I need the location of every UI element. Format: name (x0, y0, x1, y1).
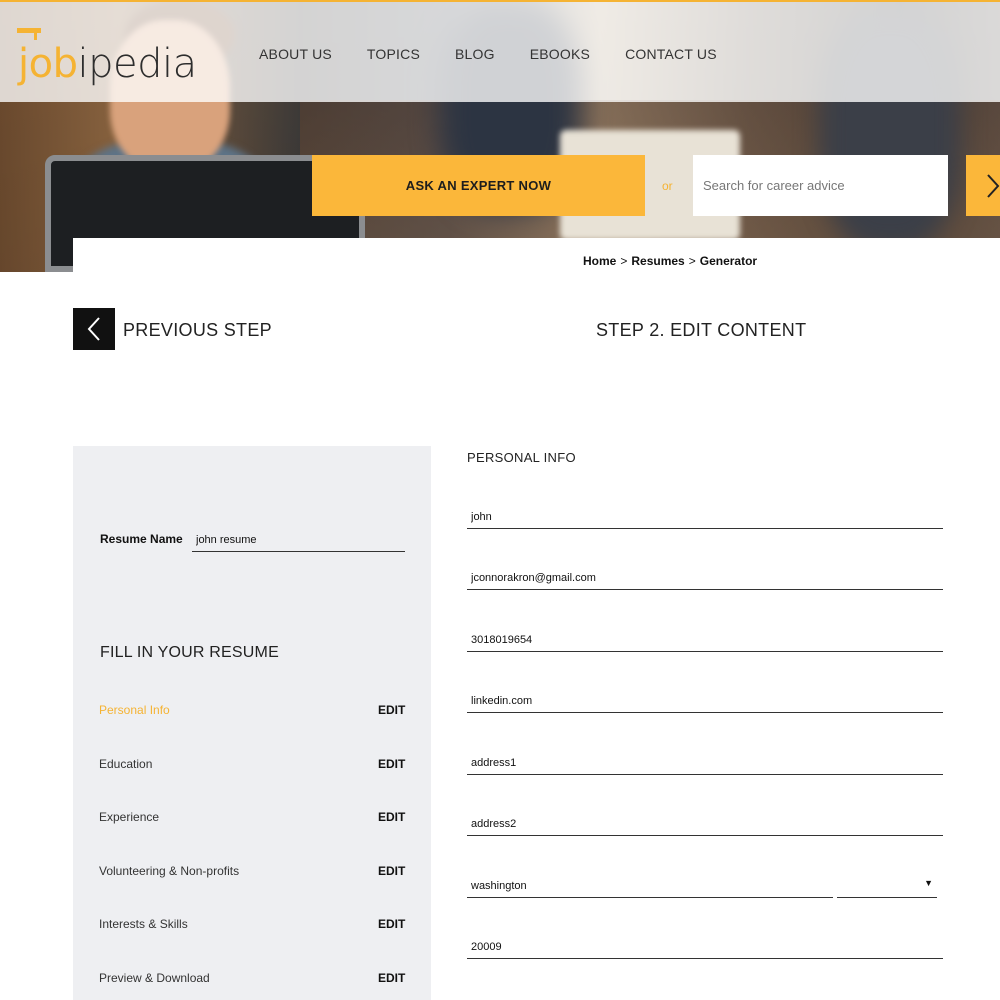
personal-info-heading: PERSONAL INFO (467, 450, 576, 465)
website-field[interactable] (467, 689, 943, 713)
edit-interests-skills-button[interactable]: EDIT (378, 917, 405, 931)
section-education[interactable]: Education (99, 757, 152, 771)
state-select[interactable]: ▼ (837, 871, 937, 898)
edit-education-button[interactable]: EDIT (378, 757, 405, 771)
or-label: or (662, 179, 673, 193)
edit-preview-download-button[interactable]: EDIT (378, 971, 405, 985)
breadcrumb-generator: Generator (699, 254, 758, 268)
edit-volunteering-button[interactable]: EDIT (378, 864, 405, 878)
address1-field[interactable] (467, 751, 943, 775)
main-nav: ABOUT US TOPICS BLOG EBOOKS CONTACT US (259, 46, 752, 62)
site-logo[interactable]: job ipedia (17, 28, 197, 87)
section-personal-info[interactable]: Personal Info (99, 703, 170, 717)
resume-name-input[interactable] (192, 529, 405, 552)
name-field[interactable] (467, 505, 943, 529)
search-input[interactable] (693, 155, 948, 216)
logo-job: job (18, 41, 78, 87)
city-field[interactable] (467, 874, 833, 898)
caret-down-icon: ▼ (924, 878, 933, 888)
nav-blog[interactable]: BLOG (455, 46, 495, 62)
breadcrumb: Home > Resumes > Generator (583, 254, 757, 268)
previous-step-button[interactable] (73, 308, 115, 350)
zip-field[interactable] (467, 935, 943, 959)
nav-topics[interactable]: TOPICS (367, 46, 420, 62)
step-title: STEP 2. EDIT CONTENT (596, 320, 807, 340)
section-experience[interactable]: Experience (99, 810, 159, 824)
section-volunteering[interactable]: Volunteering & Non-profits (99, 864, 239, 878)
email-field[interactable] (467, 566, 943, 590)
chevron-left-icon (87, 317, 100, 341)
logo-ipedia: ipedia (77, 41, 197, 87)
breadcrumb-separator: > (688, 254, 696, 268)
nav-contact-us[interactable]: CONTACT US (625, 46, 717, 62)
resume-name-label: Resume Name (100, 532, 183, 546)
breadcrumb-resumes[interactable]: Resumes (631, 254, 684, 268)
previous-step-label[interactable]: PREVIOUS STEP (123, 320, 272, 341)
chevron-right-icon (987, 173, 1000, 198)
section-preview-download[interactable]: Preview & Download (99, 971, 210, 985)
phone-field[interactable] (467, 628, 943, 652)
search-submit-button[interactable] (966, 155, 1000, 216)
top-navigation-bar: job ipedia ABOUT US TOPICS BLOG EBOOKS CO… (0, 0, 1000, 102)
nav-about-us[interactable]: ABOUT US (259, 46, 332, 62)
edit-personal-info-button[interactable]: EDIT (378, 703, 405, 717)
address2-field[interactable] (467, 812, 943, 836)
ask-expert-button[interactable]: ASK AN EXPERT NOW (312, 155, 645, 216)
fill-in-resume-heading: FILL IN YOUR RESUME (100, 644, 279, 661)
graduation-cap-icon (17, 28, 41, 40)
section-interests-skills[interactable]: Interests & Skills (99, 917, 188, 931)
edit-experience-button[interactable]: EDIT (378, 810, 405, 824)
breadcrumb-home[interactable]: Home (583, 254, 616, 268)
nav-ebooks[interactable]: EBOOKS (530, 46, 590, 62)
breadcrumb-separator: > (620, 254, 628, 268)
